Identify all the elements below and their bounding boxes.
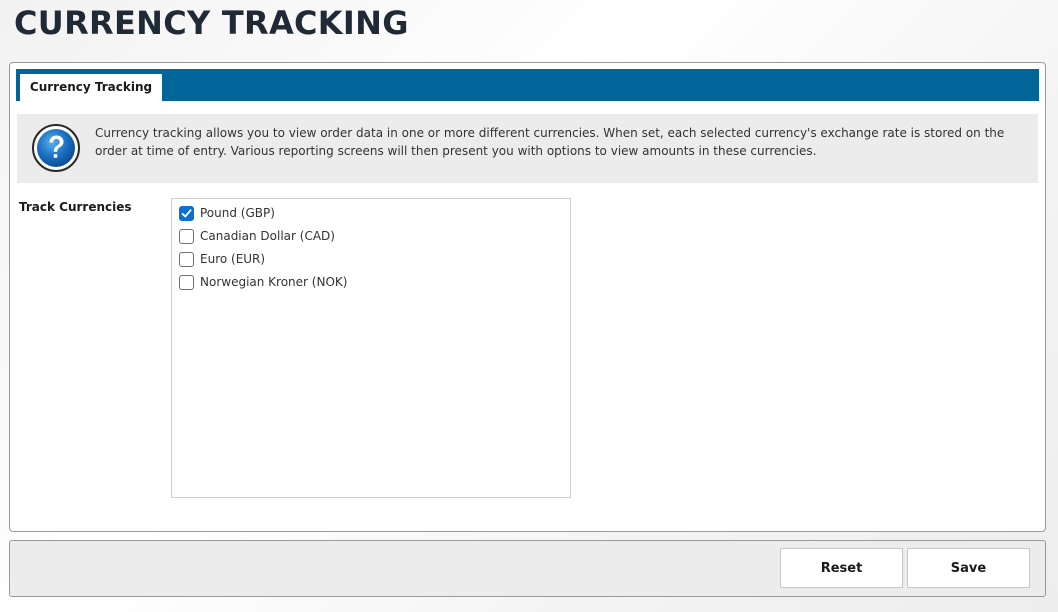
option-label: Euro (EUR) <box>200 252 266 266</box>
track-currencies-label: Track Currencies <box>19 200 132 214</box>
tab-strip: Currency Tracking <box>16 69 1039 101</box>
currency-option-cad[interactable]: Canadian Dollar (CAD) <box>179 227 335 245</box>
reset-button[interactable]: Reset <box>780 548 903 588</box>
settings-panel: Currency Tracking Currency tracking allo… <box>9 62 1046 532</box>
option-label: Canadian Dollar (CAD) <box>200 229 335 243</box>
option-label: Pound (GBP) <box>200 206 275 220</box>
checkmark-icon <box>181 208 192 217</box>
currency-option-gbp[interactable]: Pound (GBP) <box>179 204 275 222</box>
checkbox-unchecked[interactable] <box>179 274 194 290</box>
tab-currency-tracking[interactable]: Currency Tracking <box>20 74 162 101</box>
info-text: Currency tracking allows you to view ord… <box>95 126 1005 158</box>
currency-option-eur[interactable]: Euro (EUR) <box>179 250 265 268</box>
save-button[interactable]: Save <box>907 548 1030 588</box>
info-box: Currency tracking allows you to view ord… <box>17 114 1038 183</box>
checkbox-checked[interactable] <box>179 205 194 221</box>
currency-list: Pound (GBP) Canadian Dollar (CAD) Euro (… <box>171 198 571 498</box>
checkbox-unchecked[interactable] <box>179 251 194 267</box>
currency-option-nok[interactable]: Norwegian Kroner (NOK) <box>179 273 347 291</box>
checkbox-unchecked[interactable] <box>179 228 194 244</box>
option-label: Norwegian Kroner (NOK) <box>200 275 348 289</box>
page-title: CURRENCY TRACKING <box>14 4 409 42</box>
help-question-icon <box>31 123 81 173</box>
action-bar: Reset Save <box>9 540 1046 597</box>
